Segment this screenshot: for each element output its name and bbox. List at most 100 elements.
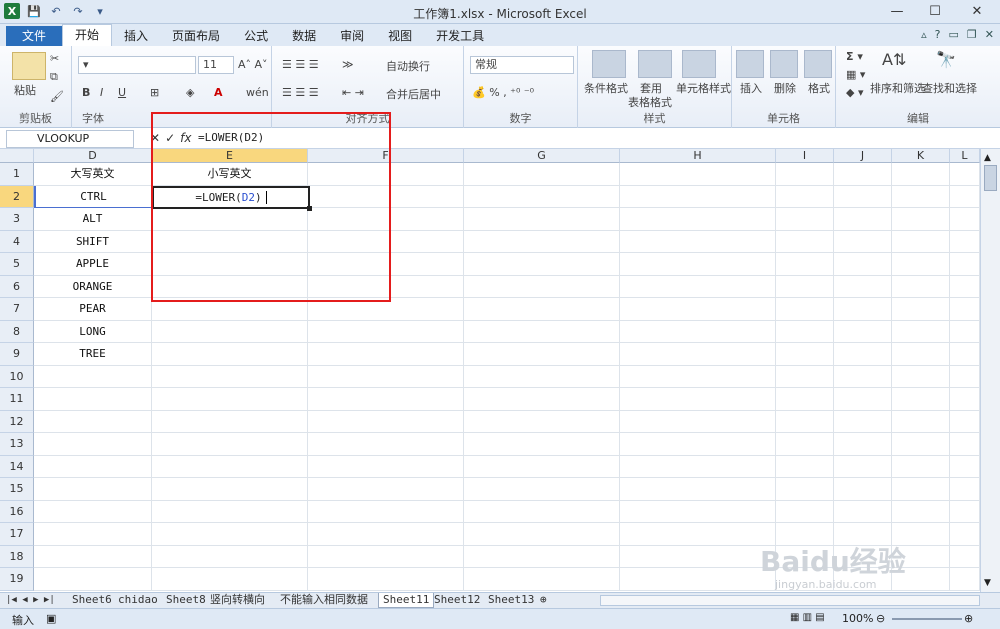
grid-cell[interactable] [152, 343, 308, 366]
grid-cell[interactable] [464, 253, 620, 276]
delete-cells-icon[interactable] [770, 50, 798, 78]
grid-cell[interactable] [834, 253, 892, 276]
name-box[interactable]: VLOOKUP [6, 130, 134, 148]
grid-cell[interactable] [892, 365, 950, 388]
fill-color-icon[interactable]: ◈ [186, 86, 194, 99]
sort-filter-icon[interactable]: A⇅ [882, 50, 906, 69]
grid-cell[interactable]: TREE [34, 343, 152, 366]
cell-styles-icon[interactable] [682, 50, 716, 78]
row-header[interactable]: 5 [0, 253, 34, 276]
grid-cell[interactable] [308, 523, 464, 546]
grid-cell[interactable] [834, 320, 892, 343]
workbook-restore-icon[interactable]: ❐ [967, 28, 977, 41]
grid-cell[interactable] [308, 343, 464, 366]
format-cells-button[interactable]: 格式 [808, 80, 830, 96]
insert-cells-icon[interactable] [736, 50, 764, 78]
grid-cell[interactable] [308, 388, 464, 411]
row-header[interactable]: 2 [0, 185, 34, 208]
grid-cell[interactable] [308, 410, 464, 433]
row-header[interactable]: 14 [0, 455, 34, 478]
row-header[interactable]: 3 [0, 208, 34, 231]
grid-cell[interactable] [464, 365, 620, 388]
grid-cell[interactable] [892, 163, 950, 186]
format-painter-icon[interactable]: 🖌 [50, 90, 64, 103]
bold-button[interactable]: B [82, 86, 90, 99]
align-left-icon[interactable]: ☰ ☰ ☰ [282, 86, 319, 99]
grid-cell[interactable] [834, 343, 892, 366]
grid-cell[interactable] [34, 410, 152, 433]
grid-cell[interactable]: LONG [34, 320, 152, 343]
grid-cell[interactable] [892, 208, 950, 231]
grid-cell[interactable] [892, 320, 950, 343]
zoom-out-icon[interactable]: ⊖ [876, 612, 885, 625]
row-header[interactable]: 12 [0, 410, 34, 433]
grid-cell[interactable] [464, 230, 620, 253]
clear-icon[interactable]: ◆ ▾ [846, 86, 863, 99]
grid-cell[interactable] [950, 500, 980, 523]
grid-cell[interactable] [308, 365, 464, 388]
wrap-text-button[interactable]: 自动换行 [386, 58, 430, 74]
sort-filter-button[interactable]: 排序和筛选 [870, 80, 925, 96]
cut-icon[interactable]: ✂ [50, 52, 59, 65]
underline-button[interactable]: U [118, 86, 126, 99]
grid-cell[interactable] [834, 410, 892, 433]
delete-cells-button[interactable]: 删除 [774, 80, 796, 96]
grid-cell[interactable] [464, 208, 620, 231]
grid-cell[interactable] [892, 433, 950, 456]
insert-cells-button[interactable]: 插入 [740, 80, 762, 96]
grid-cell[interactable] [950, 433, 980, 456]
grid-cell[interactable]: APPLE [34, 253, 152, 276]
grid-cell[interactable] [464, 320, 620, 343]
grid-cell[interactable] [776, 500, 834, 523]
grid-cell[interactable] [776, 410, 834, 433]
grid-cell[interactable] [776, 208, 834, 231]
font-color-icon[interactable]: A [214, 86, 223, 99]
grid-cell[interactable] [950, 410, 980, 433]
grid-cell[interactable] [308, 478, 464, 501]
close-button[interactable]: ✕ [954, 0, 1000, 22]
grid-cell[interactable] [892, 343, 950, 366]
scroll-down-icon[interactable]: ▼ [984, 578, 991, 588]
grid-cell[interactable] [834, 433, 892, 456]
italic-button[interactable]: I [100, 86, 103, 99]
column-header[interactable]: D [34, 149, 152, 163]
grid-cell[interactable] [620, 455, 776, 478]
grid-cell[interactable] [152, 410, 308, 433]
grid-cell[interactable] [620, 253, 776, 276]
grid-cell[interactable] [950, 163, 980, 186]
grid-cell[interactable] [776, 343, 834, 366]
merge-center-button[interactable]: 合并后居中 [386, 86, 441, 102]
format-table-button-2[interactable]: 表格格式 [628, 94, 672, 110]
grid-cell[interactable] [620, 433, 776, 456]
grid-cell[interactable]: 大写英文 [34, 163, 152, 186]
sheet-tab[interactable]: Sheet13 [484, 593, 538, 608]
grid-cell[interactable] [152, 523, 308, 546]
grid-cell[interactable] [152, 365, 308, 388]
grid-cell[interactable] [950, 545, 980, 568]
grid-cell[interactable] [308, 545, 464, 568]
grid-cell[interactable] [892, 410, 950, 433]
grid-cell[interactable] [464, 163, 620, 186]
grid-cell[interactable] [834, 478, 892, 501]
grid-cell[interactable] [308, 433, 464, 456]
column-header[interactable]: H [620, 149, 776, 163]
find-select-icon[interactable]: 🔭 [936, 50, 956, 69]
row-header[interactable]: 11 [0, 388, 34, 411]
grid-cell[interactable] [892, 230, 950, 253]
grid-cell[interactable] [834, 500, 892, 523]
tab-formulas[interactable]: 公式 [232, 26, 280, 46]
grid-cell[interactable] [776, 230, 834, 253]
grid-cell[interactable] [892, 253, 950, 276]
grid-cell[interactable] [34, 568, 152, 591]
grid-cell[interactable] [776, 388, 834, 411]
grid-cell[interactable] [34, 388, 152, 411]
view-buttons[interactable]: ▦ ▥ ▤ [790, 612, 825, 623]
fill-icon[interactable]: ▦ ▾ [846, 68, 865, 81]
phonetic-icon[interactable]: wén [246, 86, 269, 99]
row-header[interactable]: 10 [0, 365, 34, 388]
grid-cell[interactable] [892, 478, 950, 501]
grid-cell[interactable] [34, 478, 152, 501]
grid-cell[interactable] [950, 208, 980, 231]
grid-cell[interactable] [620, 185, 776, 208]
row-header[interactable]: 8 [0, 320, 34, 343]
